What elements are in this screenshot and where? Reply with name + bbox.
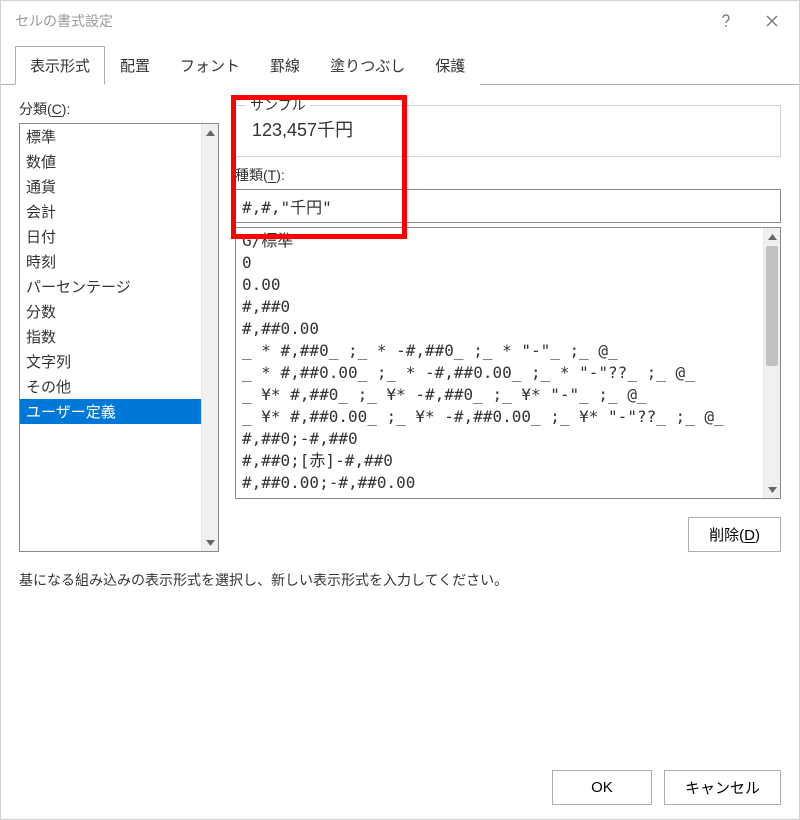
dialog-title: セルの書式設定 bbox=[15, 11, 703, 31]
format-cells-dialog: セルの書式設定 表示形式配置フォント罫線塗りつぶし保護 分類(C): 標準数値通… bbox=[0, 0, 800, 820]
list-item[interactable]: 分数 bbox=[20, 299, 201, 324]
tab-1[interactable]: 配置 bbox=[105, 46, 165, 85]
list-item[interactable]: #,##0 bbox=[240, 296, 759, 318]
tab-4[interactable]: 塗りつぶし bbox=[315, 46, 420, 85]
pattern-list-items[interactable]: G/標準00.00#,##0#,##0.00_ * #,##0_ ;_ * -#… bbox=[236, 228, 763, 498]
list-item[interactable]: _ * #,##0_ ;_ * -#,##0_ ;_ * "-"_ ;_ @_ bbox=[240, 340, 759, 362]
list-item[interactable]: _ * #,##0.00_ ;_ * -#,##0.00_ ;_ * "-"??… bbox=[240, 362, 759, 384]
tab-body: 分類(C): 標準数値通貨会計日付時刻パーセンテージ分数指数文字列その他ユーザー… bbox=[1, 85, 799, 596]
type-input[interactable]: #,#,"千円" bbox=[235, 189, 781, 223]
list-item[interactable]: 数値 bbox=[20, 149, 201, 174]
tab-5[interactable]: 保護 bbox=[420, 46, 480, 85]
list-item[interactable]: ユーザー定義 bbox=[20, 399, 201, 424]
scroll-down-icon[interactable] bbox=[202, 534, 218, 551]
scroll-up-icon[interactable] bbox=[764, 228, 780, 245]
content-row: 分類(C): 標準数値通貨会計日付時刻パーセンテージ分数指数文字列その他ユーザー… bbox=[19, 99, 781, 552]
footer: OK キャンセル bbox=[1, 760, 799, 819]
category-scrollbar[interactable] bbox=[201, 124, 218, 551]
list-item[interactable]: 通貨 bbox=[20, 174, 201, 199]
delete-button[interactable]: 削除(D) bbox=[688, 517, 781, 552]
titlebar: セルの書式設定 bbox=[1, 1, 799, 41]
list-item[interactable]: #,##0.00 bbox=[240, 318, 759, 340]
list-item[interactable]: 0 bbox=[240, 252, 759, 274]
list-item[interactable]: _ ¥* #,##0_ ;_ ¥* -#,##0_ ;_ ¥* "-"_ ;_ … bbox=[240, 384, 759, 406]
ok-button[interactable]: OK bbox=[552, 770, 652, 805]
list-item[interactable]: その他 bbox=[20, 374, 201, 399]
type-label: 種類(T): bbox=[235, 165, 781, 185]
scrollbar-thumb[interactable] bbox=[766, 246, 778, 366]
list-item[interactable]: 標準 bbox=[20, 124, 201, 149]
list-item[interactable]: #,##0;[赤]-#,##0 bbox=[240, 450, 759, 472]
delete-row: 削除(D) bbox=[235, 517, 781, 552]
cancel-button[interactable]: キャンセル bbox=[664, 770, 781, 805]
list-item[interactable]: 日付 bbox=[20, 224, 201, 249]
tabs: 表示形式配置フォント罫線塗りつぶし保護 bbox=[1, 41, 799, 85]
tab-0[interactable]: 表示形式 bbox=[15, 46, 105, 85]
help-text: 基になる組み込みの表示形式を選択し、新しい表示形式を入力してください。 bbox=[19, 570, 781, 590]
scroll-down-icon[interactable] bbox=[764, 481, 780, 498]
sample-label: サンプル bbox=[246, 95, 310, 115]
category-accel: C bbox=[52, 101, 62, 117]
sample-value: 123,457千円 bbox=[246, 116, 772, 142]
list-item[interactable]: パーセンテージ bbox=[20, 274, 201, 299]
pattern-list[interactable]: G/標準00.00#,##0#,##0.00_ * #,##0_ ;_ * -#… bbox=[235, 227, 781, 499]
category-list-items[interactable]: 標準数値通貨会計日付時刻パーセンテージ分数指数文字列その他ユーザー定義 bbox=[20, 124, 201, 551]
window-controls bbox=[703, 5, 795, 37]
list-item[interactable]: 文字列 bbox=[20, 349, 201, 374]
list-item[interactable]: #,##0.00;-#,##0.00 bbox=[240, 472, 759, 494]
list-item[interactable]: _ ¥* #,##0.00_ ;_ ¥* -#,##0.00_ ;_ ¥* "-… bbox=[240, 406, 759, 428]
list-item[interactable]: #,##0;-#,##0 bbox=[240, 428, 759, 450]
category-list[interactable]: 標準数値通貨会計日付時刻パーセンテージ分数指数文字列その他ユーザー定義 bbox=[19, 123, 219, 552]
list-item[interactable]: 時刻 bbox=[20, 249, 201, 274]
scroll-up-icon[interactable] bbox=[202, 124, 218, 141]
category-col: 分類(C): 標準数値通貨会計日付時刻パーセンテージ分数指数文字列その他ユーザー… bbox=[19, 99, 219, 552]
right-col: サンプル 123,457千円 種類(T): #,#,"千円" G/標準00.00… bbox=[235, 99, 781, 552]
list-item[interactable]: G/標準 bbox=[240, 230, 759, 252]
list-item[interactable]: 指数 bbox=[20, 324, 201, 349]
list-item[interactable]: 会計 bbox=[20, 199, 201, 224]
category-label: 分類(C): bbox=[19, 99, 219, 119]
close-icon[interactable] bbox=[749, 5, 795, 37]
tab-3[interactable]: 罫線 bbox=[255, 46, 315, 85]
list-item[interactable]: 0.00 bbox=[240, 274, 759, 296]
tab-2[interactable]: フォント bbox=[165, 46, 255, 85]
help-icon[interactable] bbox=[703, 5, 749, 37]
type-accel: T bbox=[268, 167, 277, 183]
pattern-scrollbar[interactable] bbox=[763, 228, 780, 498]
sample-group: サンプル 123,457千円 bbox=[235, 105, 781, 157]
